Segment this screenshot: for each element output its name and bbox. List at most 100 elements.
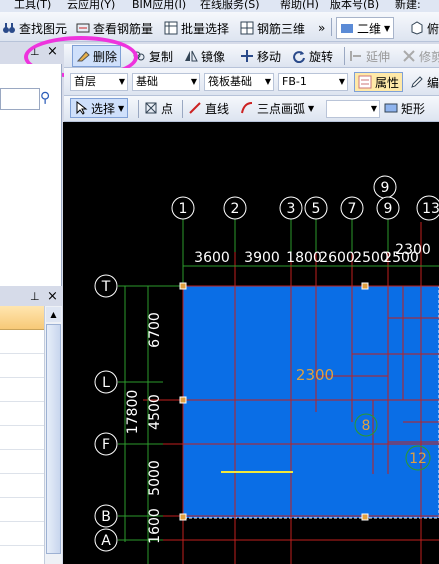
- arc-button[interactable]: 三点画弧 ▼: [240, 98, 314, 118]
- axis-label: 12: [409, 451, 427, 467]
- type-dropdown[interactable]: 筏板基础 ▼: [204, 73, 274, 91]
- trim-button[interactable]: 修剪: [402, 46, 439, 66]
- axis-label: 2: [231, 201, 240, 217]
- trim-icon: [402, 49, 416, 63]
- axis-label: 9: [384, 201, 393, 217]
- line-button[interactable]: 直线: [188, 98, 229, 118]
- properties-button[interactable]: 属性: [354, 72, 404, 92]
- point-icon: [144, 101, 158, 115]
- copy-label: 复制: [149, 49, 174, 64]
- floor-value: 首层: [74, 75, 96, 88]
- select-button[interactable]: 选择 ▼: [70, 98, 129, 118]
- chevron-down-icon: ▼: [384, 23, 391, 33]
- dimension-text: 1800: [286, 250, 322, 266]
- point-label: 点: [161, 101, 174, 116]
- copy-button[interactable]: 复制: [132, 46, 173, 66]
- rebar-3d-label: 钢筋三维: [257, 21, 306, 36]
- dimension-text-total: 17800: [125, 390, 141, 435]
- list-rows: [0, 330, 44, 564]
- view-mode-dropdown[interactable]: 二维 ▼: [336, 17, 395, 39]
- find-element-label: 查找图元: [19, 21, 68, 36]
- view-rebar-button[interactable]: 查看钢筋量: [76, 18, 153, 38]
- category-value: 基础: [136, 75, 158, 88]
- dimension-text: 6700: [147, 312, 163, 348]
- arc-label: 三点画弧: [257, 101, 306, 116]
- toolbar-selectors: 首层 ▼ 基础 ▼ 筏板基础 ▼ FB-1 ▼ 属性 编: [64, 68, 439, 96]
- menu-version[interactable]: 版本号(B): [330, 0, 379, 12]
- batch-select-label: 批量选择: [181, 21, 230, 36]
- move-label: 移动: [257, 49, 282, 64]
- line-label: 直线: [205, 101, 230, 116]
- rebar-view-icon: [76, 21, 90, 35]
- panel-search-input[interactable]: [0, 88, 40, 110]
- menu-tools[interactable]: 工具(T): [14, 0, 51, 12]
- floor-dropdown[interactable]: 首层 ▼: [70, 73, 128, 91]
- rectangle-button[interactable]: 矩形: [384, 98, 425, 118]
- toolbar-separator: [331, 18, 332, 36]
- rebar-3d-icon: [240, 21, 254, 35]
- draw-mode-dropdown[interactable]: ▼: [326, 100, 380, 118]
- move-button[interactable]: 移动: [240, 46, 281, 66]
- rotate-button[interactable]: 旋转: [292, 46, 333, 66]
- mirror-label: 镜像: [201, 49, 226, 64]
- axis-label: 5: [312, 201, 321, 217]
- dimension-text: 1600: [147, 508, 163, 544]
- pin-icon[interactable]: ⊥: [30, 290, 40, 303]
- mirror-button[interactable]: 镜像: [184, 46, 225, 66]
- menu-online[interactable]: 在线服务(S): [200, 0, 260, 12]
- batch-select-icon: [164, 21, 178, 35]
- top-view-label: 俯: [427, 21, 439, 36]
- chevron-down-icon: ▼: [264, 77, 271, 86]
- select-label: 选择: [91, 101, 116, 116]
- toolbar-separator: [344, 47, 345, 65]
- raft-slab[interactable]: [183, 286, 439, 518]
- cursor-arrow-icon: [74, 100, 88, 115]
- axis-label: F: [102, 437, 110, 453]
- search-icon[interactable]: ⚲: [40, 90, 50, 106]
- close-icon[interactable]: ×: [47, 289, 58, 304]
- properties-label: 属性: [375, 75, 400, 90]
- top-view-button[interactable]: 俯: [410, 18, 439, 38]
- trim-label: 修剪: [419, 49, 439, 64]
- left-panel-bottom-titlebar: ⊥ ×: [0, 289, 62, 306]
- chevron-down-icon: ▼: [370, 104, 377, 113]
- axis-label: 3: [287, 201, 296, 217]
- edit-button[interactable]: 编: [410, 72, 439, 92]
- binoculars-icon: [2, 21, 16, 35]
- dimension-text: 2300: [395, 242, 431, 258]
- point-button[interactable]: 点: [144, 98, 173, 118]
- category-dropdown[interactable]: 基础 ▼: [132, 73, 200, 91]
- more-tools-button[interactable]: »: [318, 18, 325, 38]
- menu-cloud[interactable]: 云应用(Y): [67, 0, 115, 12]
- 2d-view-icon: [340, 21, 354, 35]
- vertical-scrollbar[interactable]: ▲: [44, 306, 62, 564]
- arc-icon: [240, 101, 254, 115]
- axis-label: A: [101, 533, 111, 549]
- inner-dimension-text: 2300: [296, 366, 334, 384]
- menu-help[interactable]: 帮助(H): [280, 0, 319, 12]
- menu-bim[interactable]: BIM应用(I): [132, 0, 186, 12]
- menu-new[interactable]: 新建:: [395, 0, 421, 12]
- rectangle-icon: [384, 101, 398, 115]
- batch-select-button[interactable]: 批量选择: [164, 18, 229, 38]
- find-element-button[interactable]: 查找图元: [2, 18, 67, 38]
- axis-label: 1: [179, 201, 188, 217]
- scrollbar-thumb[interactable]: [46, 324, 61, 554]
- chevron-down-icon: ▼: [118, 77, 125, 86]
- extend-button[interactable]: 延伸: [349, 46, 390, 66]
- axis-label: 13: [422, 201, 439, 217]
- chevron-down-icon: ▼: [308, 103, 315, 113]
- rotate-label: 旋转: [309, 49, 334, 64]
- item-dropdown[interactable]: FB-1 ▼: [278, 73, 348, 91]
- view-mode-label: 二维: [357, 21, 382, 36]
- drawing-canvas[interactable]: 1 2 3 5 7 9 9 13 3600 3900 1800 2600 250…: [63, 122, 439, 564]
- cube-icon: [410, 21, 424, 35]
- edit-label: 编: [427, 75, 439, 90]
- axis-label: 8: [362, 418, 371, 434]
- type-value: 筏板基础: [208, 75, 252, 88]
- menu-bar: 工具(T) 云应用(Y) BIM应用(I) 在线服务(S) 帮助(H) 版本号(…: [0, 0, 439, 12]
- rebar-3d-button[interactable]: 钢筋三维: [240, 18, 305, 38]
- line-icon: [188, 101, 202, 115]
- scroll-up-icon[interactable]: ▲: [46, 307, 61, 322]
- properties-icon: [358, 75, 372, 89]
